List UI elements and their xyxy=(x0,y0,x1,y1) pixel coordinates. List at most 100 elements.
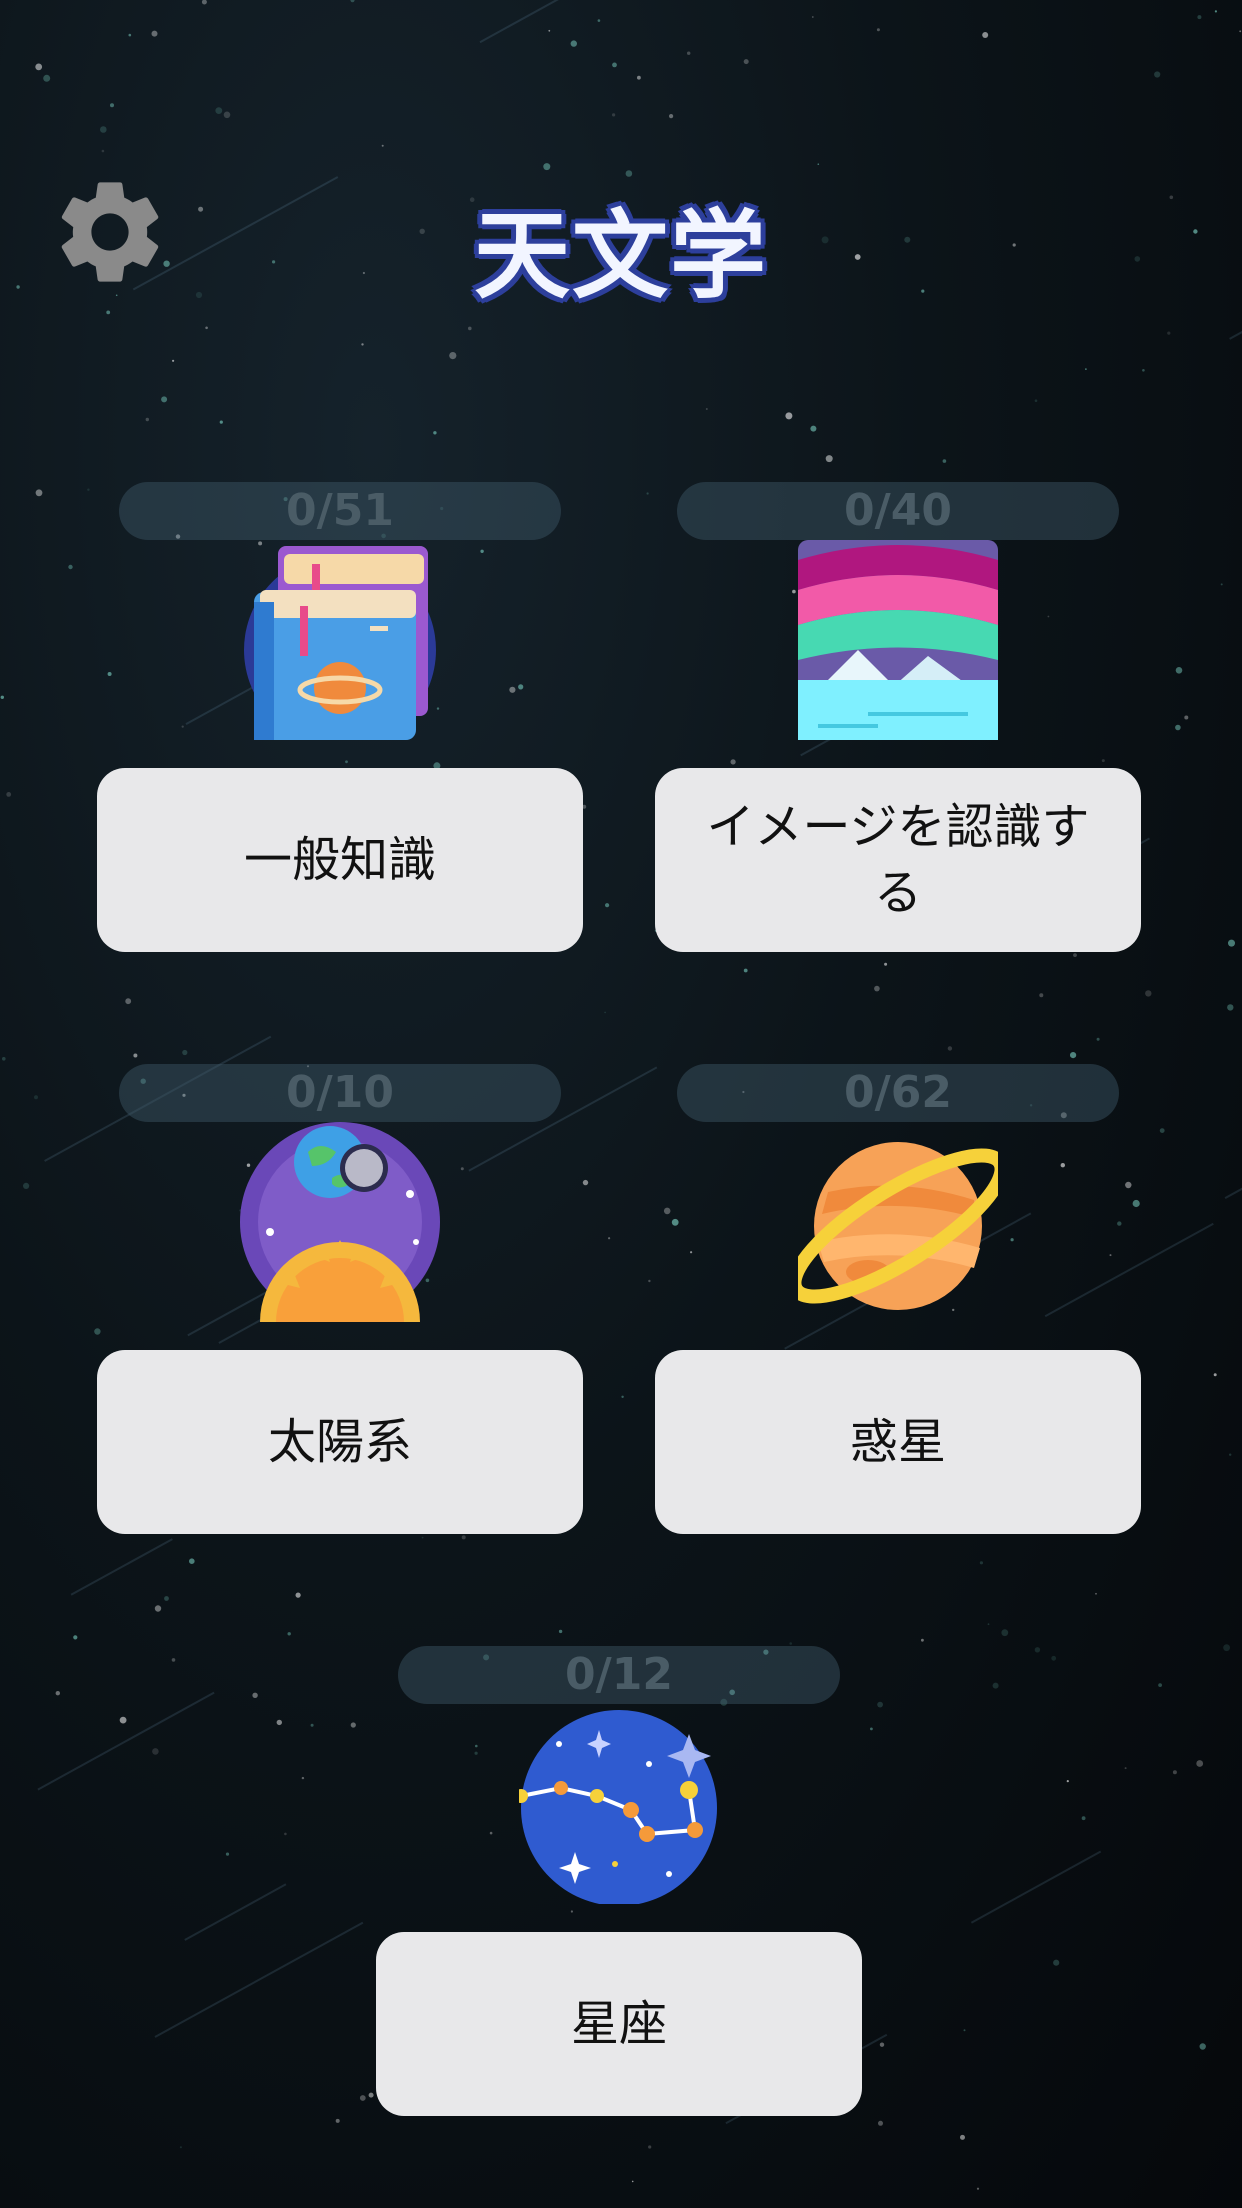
background-star xyxy=(548,29,551,32)
background-star xyxy=(876,28,880,32)
progress-counter: 0/12 xyxy=(565,1649,673,1700)
background-star xyxy=(468,326,472,331)
background-star xyxy=(55,1691,60,1696)
background-star xyxy=(219,420,223,424)
background-star xyxy=(1199,2043,1206,2050)
background-star xyxy=(743,59,749,65)
background-star xyxy=(359,2095,366,2101)
category-card-planets: 0/62 惑星 xyxy=(655,1064,1141,1604)
background-star xyxy=(1220,583,1223,586)
background-star xyxy=(785,412,793,420)
background-star xyxy=(368,2092,374,2098)
background-star xyxy=(350,1722,356,1728)
background-star xyxy=(582,1179,589,1186)
progress-counter: 0/40 xyxy=(844,485,952,536)
background-star xyxy=(201,0,207,5)
background-star xyxy=(1154,71,1161,78)
background-star xyxy=(6,792,12,797)
background-streak xyxy=(184,1883,287,1941)
background-star xyxy=(1223,1644,1230,1652)
progress-counter: 0/51 xyxy=(286,485,394,536)
background-star xyxy=(558,1629,563,1634)
background-star xyxy=(543,163,551,171)
page-title: 天文学 xyxy=(474,200,768,312)
aurora-landscape-icon xyxy=(798,540,998,740)
background-star xyxy=(987,1623,990,1626)
background-star xyxy=(810,425,817,432)
background-star xyxy=(252,1692,258,1699)
category-card-recognize-images: 0/40 イメージを認識する xyxy=(655,482,1141,1022)
background-star xyxy=(604,1011,606,1014)
background-star xyxy=(449,352,457,360)
background-star xyxy=(1213,1373,1217,1377)
background-star xyxy=(101,149,105,153)
progress-counter: 0/10 xyxy=(286,1067,394,1118)
category-button-solar-system[interactable]: 太陽系 xyxy=(97,1350,583,1534)
background-star xyxy=(1051,1655,1057,1661)
background-star xyxy=(1214,10,1217,13)
category-card-constellations: 0/12 星座 xyxy=(376,1646,862,2186)
background-star xyxy=(1066,1780,1069,1783)
background-star xyxy=(223,111,231,119)
background-star xyxy=(287,1632,291,1636)
background-star xyxy=(1096,1037,1100,1041)
background-star xyxy=(1070,1052,1077,1059)
category-label: イメージを認識する xyxy=(706,799,1090,921)
background-star xyxy=(350,0,355,3)
background-star xyxy=(877,1701,883,1708)
background-star xyxy=(1172,1770,1177,1775)
background-star xyxy=(646,492,649,495)
background-star xyxy=(1124,1767,1127,1770)
background-star xyxy=(23,1182,30,1189)
background-star xyxy=(310,1723,314,1727)
background-star xyxy=(608,1237,611,1240)
background-star xyxy=(1175,724,1181,731)
background-star xyxy=(921,1638,924,1642)
background-star xyxy=(625,170,633,177)
background-star xyxy=(119,1716,127,1724)
background-star xyxy=(789,1642,792,1645)
category-label: 一般知識 xyxy=(243,832,436,888)
progress-counter: 0/62 xyxy=(844,1067,952,1118)
background-star xyxy=(1158,1683,1162,1687)
background-star xyxy=(205,326,208,330)
background-streak xyxy=(37,1691,215,1791)
background-star xyxy=(381,144,384,147)
category-card-general-knowledge: 0/51 一般知識 xyxy=(97,482,583,1022)
background-star xyxy=(182,1049,188,1056)
background-star xyxy=(947,1046,953,1051)
background-star xyxy=(215,107,223,114)
category-label: 太陽系 xyxy=(267,1414,412,1470)
background-star xyxy=(878,2120,883,2126)
background-star xyxy=(1159,1128,1165,1133)
background-star xyxy=(1184,715,1189,720)
background-star xyxy=(1167,331,1171,335)
category-button-constellations[interactable]: 星座 xyxy=(376,1932,862,2116)
category-button-general-knowledge[interactable]: 一般知識 xyxy=(97,768,583,952)
background-star xyxy=(817,163,820,165)
background-streak xyxy=(1224,1187,1242,1199)
background-star xyxy=(151,30,158,37)
background-star xyxy=(597,19,601,22)
background-star xyxy=(301,1776,305,1780)
background-star xyxy=(942,459,947,463)
background-star xyxy=(1001,1629,1009,1637)
ringed-planet-icon xyxy=(787,1122,1009,1322)
background-star xyxy=(1228,939,1235,947)
background-streak xyxy=(479,0,559,44)
background-star xyxy=(976,2187,980,2190)
background-star xyxy=(825,455,833,463)
background-star xyxy=(43,74,51,82)
background-star xyxy=(963,2029,966,2032)
category-button-recognize-images[interactable]: イメージを認識する xyxy=(655,768,1141,952)
background-star xyxy=(35,489,43,497)
category-button-planets[interactable]: 惑星 xyxy=(655,1350,1141,1534)
background-star xyxy=(1197,15,1202,20)
background-star xyxy=(960,2134,965,2140)
background-streak xyxy=(970,1850,1102,1924)
background-star xyxy=(1142,369,1145,372)
background-star xyxy=(879,2042,885,2047)
background-star xyxy=(1145,990,1152,997)
background-star xyxy=(68,564,73,570)
background-star xyxy=(1081,1816,1086,1821)
